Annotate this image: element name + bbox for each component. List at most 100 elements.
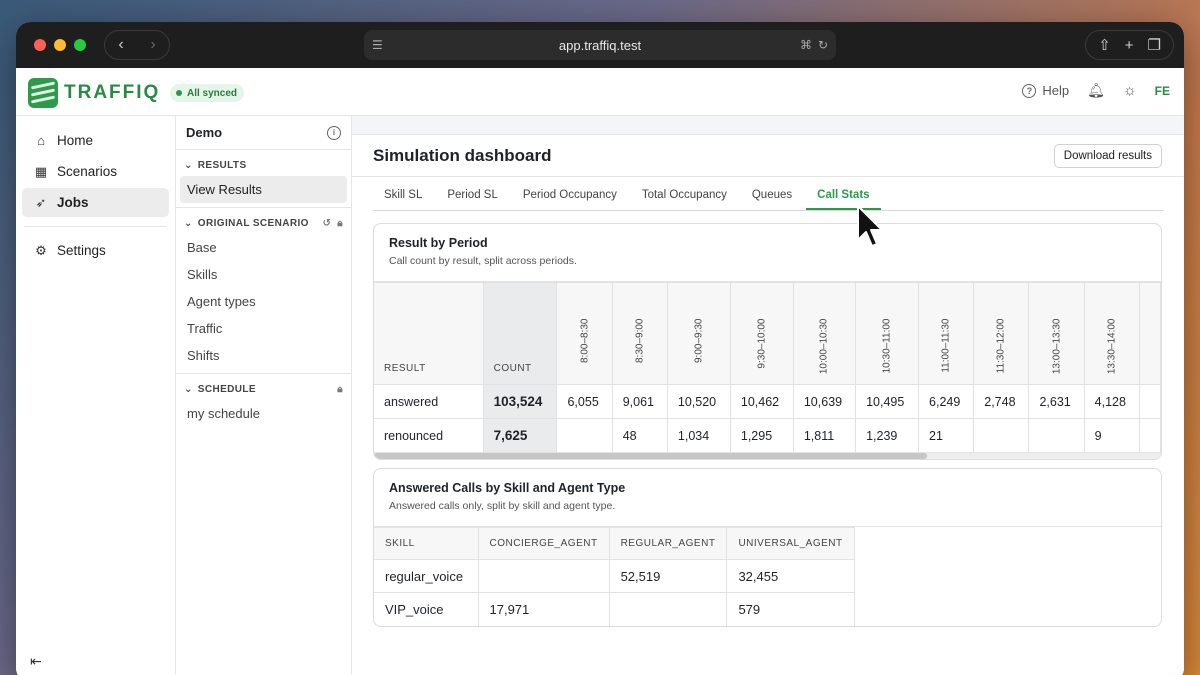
- download-results-button[interactable]: Download results: [1053, 143, 1162, 168]
- browser-window: ‹ › ☰ app.traffiq.test ⌘ ↻ ⇧ + ❐ TRAFFIQ…: [16, 22, 1184, 675]
- rocket-icon: ➶: [35, 194, 47, 210]
- logo[interactable]: TRAFFIQ: [28, 78, 160, 108]
- window-controls: [34, 39, 86, 51]
- sidebar-item-label: Home: [57, 133, 94, 148]
- period-cell: 21: [918, 418, 975, 453]
- tab-bar: Skill SL Period SL Period Occupancy Tota…: [373, 177, 1164, 211]
- sidebar: ⌂ Home ▦ Scenarios ➶ Jobs ⚙ Settings ⇤: [16, 116, 176, 675]
- period-cell: 10,520: [666, 384, 731, 419]
- panel-item-shifts[interactable]: Shifts: [176, 342, 351, 369]
- period-header: 13:00–13:30: [1028, 282, 1085, 385]
- sidebar-item-label: Jobs: [57, 195, 89, 210]
- scenarios-icon: ▦: [34, 163, 48, 179]
- card-subtitle: Answered calls only, split by skill and …: [389, 500, 616, 512]
- avatar[interactable]: FE: [1155, 84, 1170, 98]
- period-header: 11:00–11:30: [918, 282, 975, 385]
- table-row: answered 103,524 6,055 9,061 10,520 10,4…: [374, 384, 1161, 419]
- period-header: 8:00–8:30: [556, 282, 613, 385]
- period-cell: [1028, 418, 1085, 453]
- skill-cell: regular_voice: [374, 559, 479, 593]
- period-cell: 4,128: [1083, 384, 1140, 419]
- minimize-window-button[interactable]: [54, 39, 66, 51]
- info-icon[interactable]: i: [327, 125, 341, 140]
- mouse-cursor-icon: [857, 205, 883, 247]
- help-button[interactable]: ? Help: [1022, 83, 1069, 98]
- value-cell: 579: [726, 592, 855, 626]
- column-header: UNIVERSAL_AGENT: [726, 527, 855, 560]
- period-cell: 10,495: [855, 384, 920, 419]
- panel-item-my-schedule[interactable]: my schedule: [176, 400, 351, 427]
- sidebar-item-scenarios[interactable]: ▦ Scenarios: [22, 157, 169, 186]
- panel-title: Demo: [186, 125, 223, 140]
- column-header: REGULAR_AGENT: [608, 527, 728, 560]
- close-window-button[interactable]: [34, 39, 46, 51]
- value-cell: 32,455: [726, 559, 855, 593]
- period-cell: 9: [1083, 418, 1140, 453]
- panel-item-view-results[interactable]: View Results: [180, 176, 347, 203]
- sidebar-item-home[interactable]: ⌂ Home: [22, 126, 169, 155]
- share-icon[interactable]: ⇧: [1098, 36, 1111, 54]
- scrollbar-thumb[interactable]: [374, 453, 927, 459]
- status-dot-icon: [176, 90, 182, 96]
- collapse-sidebar-icon[interactable]: ⇤: [30, 653, 42, 670]
- panel-item-skills[interactable]: Skills: [176, 261, 351, 288]
- forward-icon[interactable]: ›: [150, 36, 155, 54]
- period-cell: 9,061: [611, 384, 668, 419]
- panel-item-base[interactable]: Base: [176, 234, 351, 261]
- card-subtitle: Call count by result, split across perio…: [389, 255, 577, 267]
- back-icon[interactable]: ‹: [118, 36, 123, 54]
- period-header: 9:00–9:30: [666, 282, 731, 385]
- period-cell: [973, 418, 1030, 453]
- chevron-down-icon: ⌄: [184, 383, 193, 395]
- main-content: Simulation dashboard Download results Sk…: [352, 116, 1184, 675]
- logo-text: TRAFFIQ: [64, 82, 161, 103]
- result-cell: answered: [374, 384, 484, 419]
- translate-icon[interactable]: ⌘: [800, 38, 812, 52]
- tab-total-occupancy[interactable]: Total Occupancy: [631, 189, 738, 210]
- help-label: Help: [1042, 83, 1070, 98]
- period-cell: 6,055: [556, 384, 613, 419]
- panel-item-agent-types[interactable]: Agent types: [176, 288, 351, 315]
- address-bar[interactable]: ☰ app.traffiq.test ⌘ ↻: [364, 30, 836, 60]
- table-row: renounced 7,625 48 1,034 1,295 1,811 1,2…: [374, 418, 1161, 453]
- reload-icon[interactable]: ↻: [818, 38, 828, 52]
- zoom-window-button[interactable]: [74, 39, 86, 51]
- period-header: 10:00–10:30: [792, 282, 857, 385]
- history-nav: ‹ ›: [104, 30, 170, 60]
- page-title: Simulation dashboard: [373, 145, 552, 165]
- panel-header: Demo i: [176, 116, 351, 150]
- period-header: 13:30–14:00: [1083, 282, 1140, 385]
- divider: [24, 226, 167, 227]
- theme-toggle-icon[interactable]: ☼: [1123, 82, 1137, 99]
- section-header-results[interactable]: ⌄ RESULTS: [176, 154, 351, 176]
- card-title: Answered Calls by Skill and Agent Type: [389, 481, 626, 495]
- period-cell: 2,748: [973, 384, 1030, 419]
- url-text: app.traffiq.test: [558, 37, 642, 53]
- tab-skill-sl[interactable]: Skill SL: [373, 189, 433, 210]
- period-header: 10:30–11:00: [855, 282, 920, 385]
- reset-icon[interactable]: ↺: [322, 218, 331, 229]
- logo-mark-icon: [28, 78, 58, 108]
- period-cell: 10,639: [792, 384, 857, 419]
- section-header-original-scenario[interactable]: ⌄ ORIGINAL SCENARIO ↺ 🔒︎: [176, 212, 351, 234]
- bell-icon[interactable]: 🔔︎: [1087, 82, 1105, 99]
- page-menu-icon[interactable]: ☰: [372, 38, 383, 52]
- value-cell: 52,519: [608, 559, 728, 593]
- tab-queues[interactable]: Queues: [741, 189, 803, 210]
- period-cell: 1,295: [729, 418, 794, 453]
- tab-period-sl[interactable]: Period SL: [436, 189, 509, 210]
- panel-item-traffic[interactable]: Traffic: [176, 315, 351, 342]
- tabs-overview-icon[interactable]: ❐: [1148, 36, 1161, 54]
- section-header-schedule[interactable]: ⌄ SCHEDULE 🔒︎: [176, 378, 351, 400]
- chevron-down-icon: ⌄: [184, 217, 193, 229]
- tab-period-occupancy[interactable]: Period Occupancy: [512, 189, 628, 210]
- section-label: SCHEDULE: [197, 383, 256, 395]
- sidebar-item-settings[interactable]: ⚙ Settings: [22, 236, 169, 265]
- section-label: RESULTS: [197, 159, 247, 171]
- sidebar-item-jobs[interactable]: ➶ Jobs: [22, 188, 169, 217]
- table-row: regular_voice 52,519 32,455: [374, 559, 855, 593]
- answered-by-skill-card: Answered Calls by Skill and Agent Type A…: [373, 468, 1162, 627]
- card-title: Result by Period: [389, 236, 488, 250]
- new-tab-icon[interactable]: +: [1125, 37, 1134, 54]
- horizontal-scrollbar[interactable]: [374, 453, 1161, 459]
